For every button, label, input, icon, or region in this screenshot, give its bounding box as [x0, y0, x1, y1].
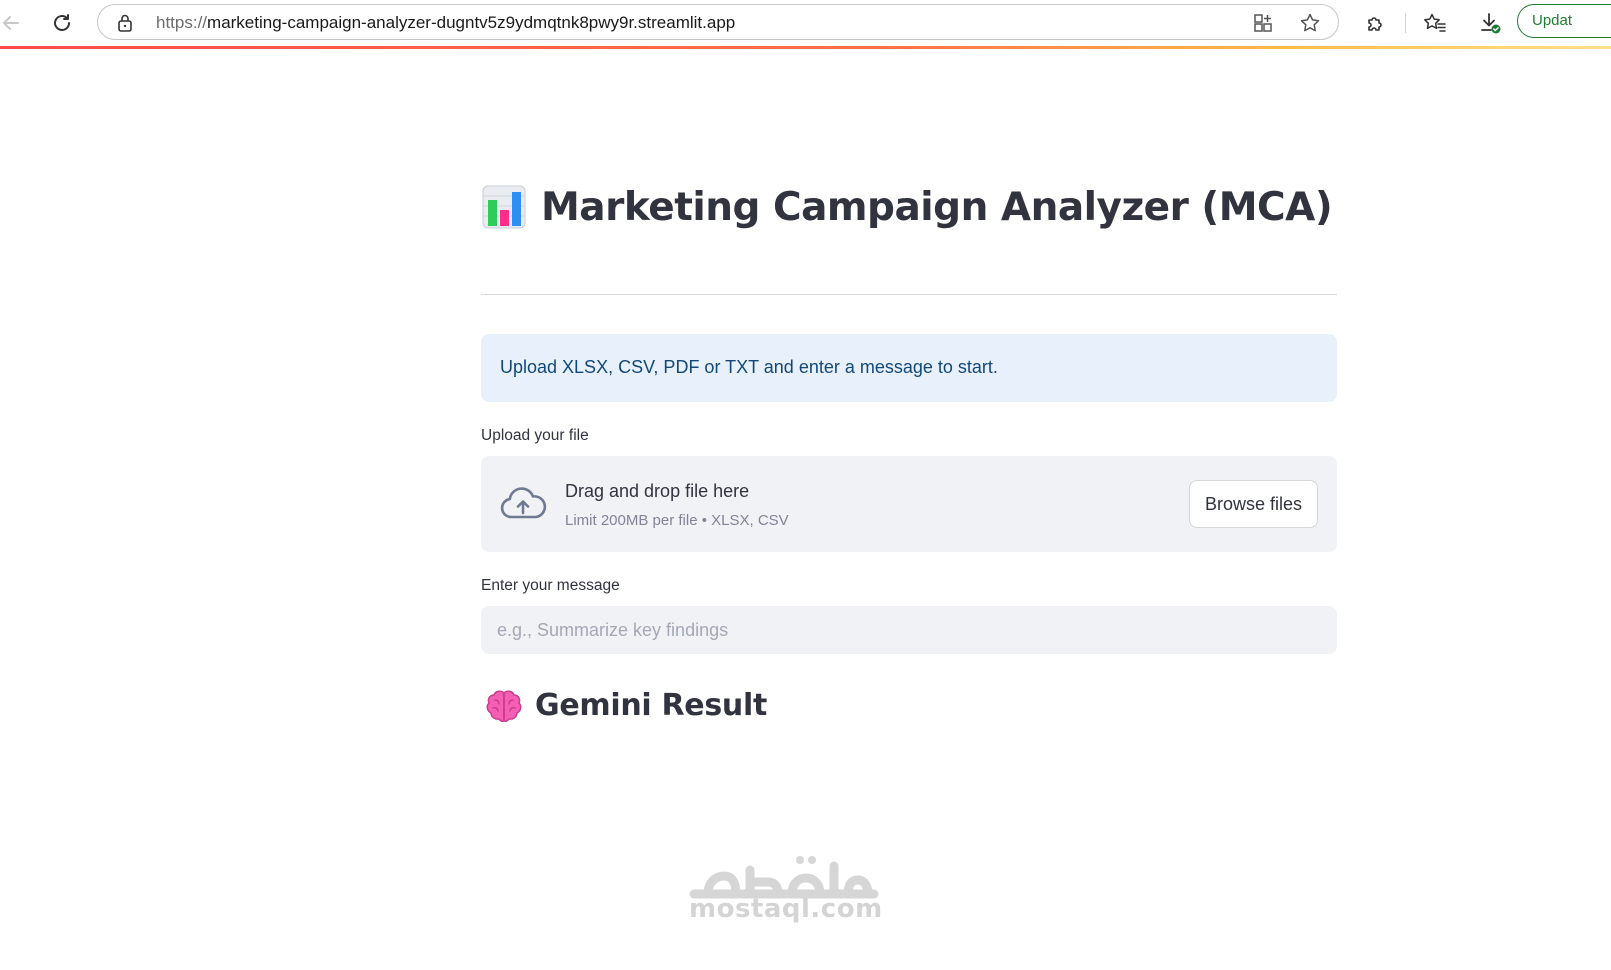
favorites-list-icon	[1424, 13, 1446, 32]
update-button[interactable]: Updat	[1517, 4, 1611, 38]
download-icon	[1481, 13, 1501, 34]
page-header: Marketing Campaign Analyzer (MCA)	[481, 184, 1333, 230]
cloud-upload-icon	[500, 487, 547, 519]
upload-label: Upload your file	[481, 427, 589, 444]
reload-button[interactable]	[47, 8, 77, 38]
result-header: Gemini Result	[485, 688, 767, 723]
brain-icon	[486, 690, 522, 722]
downloads-button[interactable]	[1475, 8, 1505, 38]
info-alert: Upload XLSX, CSV, PDF or TXT and enter a…	[481, 334, 1337, 402]
toolbar-divider	[1405, 13, 1406, 33]
message-label: Enter your message	[481, 577, 620, 594]
loading-progress-bar	[0, 46, 1611, 49]
browser-toolbar: https://marketing-campaign-analyzer-dugn…	[0, 0, 1611, 46]
watermark-text: mostaql.com	[689, 894, 883, 924]
dropzone-limit: Limit 200MB per file • XLSX, CSV	[565, 512, 789, 529]
info-alert-text: Upload XLSX, CSV, PDF or TXT and enter a…	[500, 357, 998, 377]
page-title: Marketing Campaign Analyzer (MCA)	[541, 184, 1333, 230]
browse-files-button[interactable]: Browse files	[1189, 480, 1318, 528]
favorite-star-icon[interactable]	[1299, 12, 1321, 34]
address-bar[interactable]: https://marketing-campaign-analyzer-dugn…	[97, 4, 1339, 40]
back-button[interactable]	[0, 8, 26, 38]
bar-chart-icon	[482, 185, 526, 229]
file-dropzone[interactable]: Drag and drop file here Limit 200MB per …	[481, 456, 1337, 552]
result-title: Gemini Result	[535, 688, 767, 723]
favorites-button[interactable]	[1420, 8, 1450, 38]
extensions-button[interactable]	[1361, 8, 1391, 38]
back-arrow-icon	[3, 16, 19, 30]
url-host: marketing-campaign-analyzer-dugntv5z9ydm…	[207, 13, 736, 32]
lock-icon[interactable]	[116, 13, 134, 33]
puzzle-icon	[1368, 17, 1382, 31]
header-divider	[481, 294, 1337, 295]
app-available-icon[interactable]	[1252, 12, 1274, 34]
dropzone-instructions: Drag and drop file here	[565, 481, 750, 501]
message-input[interactable]	[481, 606, 1337, 654]
url-scheme: https://	[156, 13, 208, 32]
reload-icon	[54, 14, 70, 31]
url-text: https://marketing-campaign-analyzer-dugn…	[156, 13, 735, 33]
